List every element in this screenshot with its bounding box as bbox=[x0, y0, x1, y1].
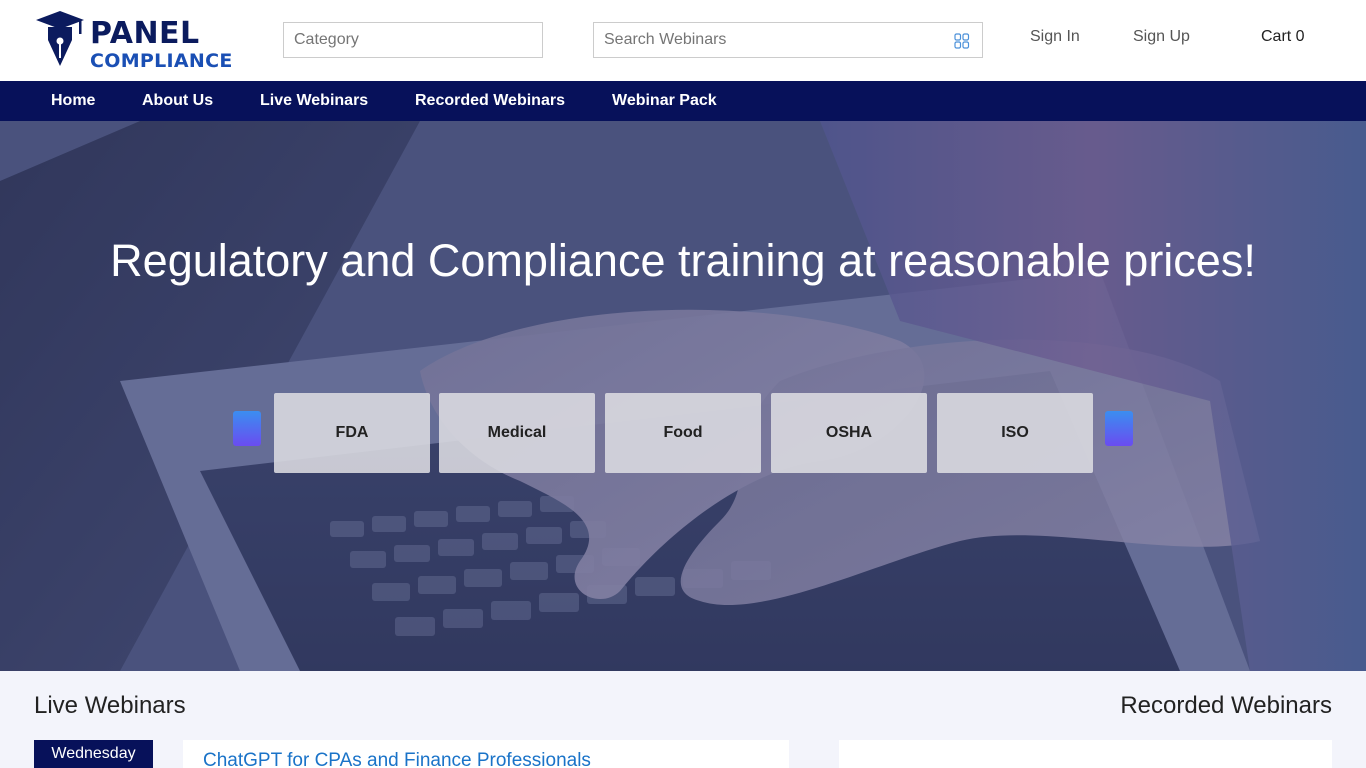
recorded-webinar-card bbox=[839, 740, 1332, 768]
category-card-fda[interactable]: FDA bbox=[274, 393, 430, 473]
day-badge: Wednesday bbox=[34, 740, 153, 768]
main-nav: Home About Us Live Webinars Recorded Web… bbox=[0, 81, 1366, 121]
cart-link[interactable]: Cart 0 bbox=[1261, 28, 1305, 46]
category-card-food[interactable]: Food bbox=[605, 393, 761, 473]
search-input[interactable] bbox=[594, 23, 934, 57]
brand-line-2: COMPLIANCE bbox=[90, 50, 233, 72]
carousel-prev-button[interactable] bbox=[233, 411, 261, 446]
search-box bbox=[593, 22, 983, 58]
carousel-next-button[interactable] bbox=[1105, 411, 1133, 446]
category-card-osha[interactable]: OSHA bbox=[771, 393, 927, 473]
nav-about-us[interactable]: About Us bbox=[142, 92, 213, 110]
category-card-medical[interactable]: Medical bbox=[439, 393, 595, 473]
recorded-webinars-heading: Recorded Webinars bbox=[1120, 692, 1332, 719]
sign-in-link[interactable]: Sign In bbox=[1030, 28, 1080, 46]
webinars-section: Live Webinars Recorded Webinars Wednesda… bbox=[0, 671, 1366, 768]
search-grid-icon[interactable] bbox=[954, 33, 970, 49]
hero-title: Regulatory and Compliance training at re… bbox=[110, 235, 1256, 286]
nav-webinar-pack[interactable]: Webinar Pack bbox=[612, 92, 717, 110]
nav-live-webinars[interactable]: Live Webinars bbox=[260, 92, 368, 110]
webinar-title-link[interactable]: ChatGPT for CPAs and Finance Professiona… bbox=[203, 750, 591, 768]
sign-up-link[interactable]: Sign Up bbox=[1133, 28, 1190, 46]
pen-graduation-cap-icon bbox=[36, 11, 84, 66]
hero-banner: Regulatory and Compliance training at re… bbox=[0, 121, 1366, 671]
webinar-card: ChatGPT for CPAs and Finance Professiona… bbox=[183, 740, 789, 768]
nav-recorded-webinars[interactable]: Recorded Webinars bbox=[415, 92, 565, 110]
site-header: PANEL COMPLIANCE Sign In Sign Up Cart 0 bbox=[0, 0, 1366, 81]
category-card-iso[interactable]: ISO bbox=[937, 393, 1093, 473]
brand-line-1: PANEL bbox=[90, 16, 200, 51]
live-webinars-heading: Live Webinars bbox=[34, 692, 186, 719]
brand-logo[interactable]: PANEL COMPLIANCE bbox=[34, 10, 232, 72]
nav-home[interactable]: Home bbox=[51, 92, 95, 110]
category-input[interactable] bbox=[283, 22, 543, 58]
